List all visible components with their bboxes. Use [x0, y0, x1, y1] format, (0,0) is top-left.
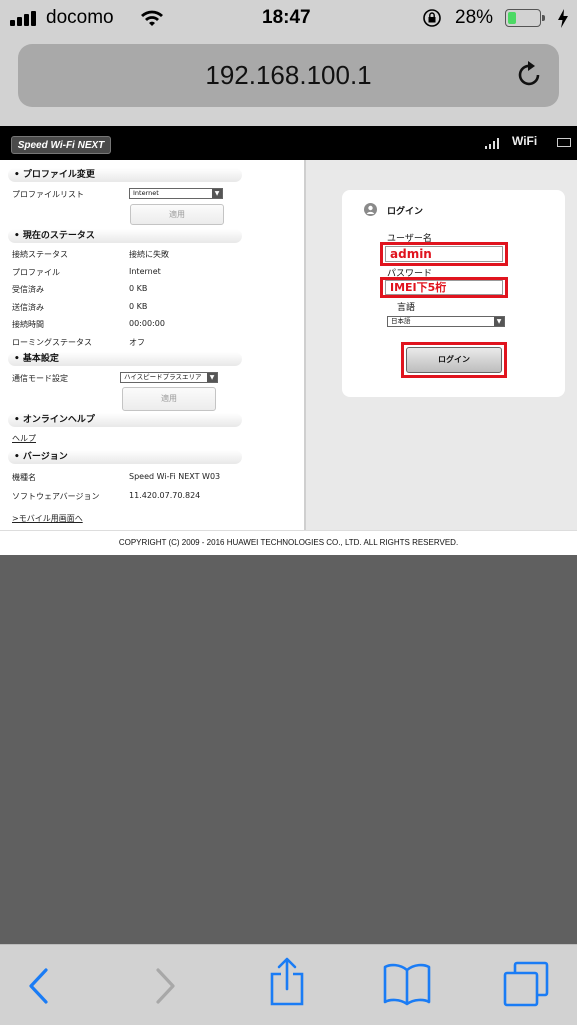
status-row-value: 接続に失敗	[129, 250, 169, 259]
version-row-value: 11.420.07.70.824	[129, 491, 201, 500]
mobile-view-link[interactable]: >モバイル用画面へ	[12, 513, 83, 524]
status-row-label: プロファイル	[12, 267, 60, 277]
status-row-value: Internet	[129, 266, 161, 276]
username-value: admin	[390, 247, 432, 261]
dropdown-arrow-icon: ▼	[207, 373, 217, 382]
language-value: 日本語	[391, 317, 411, 325]
status-row-value: 0 KB	[129, 284, 148, 294]
status-row-value: 0 KB	[129, 301, 148, 311]
section-status-header: • 現在のステータス	[8, 229, 242, 243]
section-profile-header: • プロファイル変更	[8, 168, 242, 182]
status-row-label: 接続時間	[12, 320, 44, 330]
status-row-value: オフ	[129, 338, 145, 347]
section-basic-header: • 基本設定	[8, 352, 242, 366]
share-icon[interactable]	[268, 956, 306, 1008]
mode-label: 通信モード設定	[12, 374, 68, 383]
user-icon	[364, 203, 377, 216]
reload-icon[interactable]	[513, 58, 547, 92]
carrier-name: docomo	[46, 7, 114, 28]
status-row-label: 送信済み	[12, 302, 44, 312]
copyright-footer: COPYRIGHT (C) 2009 - 2016 HUAWEI TECHNOL…	[0, 530, 577, 555]
bookmarks-icon[interactable]	[382, 962, 432, 1006]
signal-strength-icon	[10, 10, 42, 26]
tabs-icon[interactable]	[501, 960, 551, 1008]
address-bar[interactable]: 192.168.100.1	[18, 44, 559, 107]
profile-apply-button[interactable]: 適用	[130, 204, 224, 225]
battery-icon	[505, 9, 545, 27]
username-field[interactable]: admin	[385, 246, 503, 262]
router-logo: Speed Wi-Fi NEXT	[11, 136, 111, 154]
router-battery-icon	[557, 138, 571, 147]
forward-icon[interactable]	[152, 967, 178, 1005]
router-wifi-label: WiFi	[512, 134, 538, 148]
battery-percent: 28%	[455, 7, 494, 28]
dropdown-arrow-icon: ▼	[494, 317, 504, 326]
charging-bolt-icon	[558, 9, 568, 28]
password-value: IMEI下5桁	[390, 281, 447, 294]
wifi-icon	[141, 10, 163, 26]
password-field[interactable]: IMEI下5桁	[385, 280, 503, 295]
router-signal-icon	[485, 138, 501, 149]
login-title: ログイン	[387, 207, 424, 217]
status-row-label: 受信済み	[12, 285, 44, 295]
profile-list-select[interactable]: Internet ▼	[129, 188, 223, 199]
mode-value: ハイスピードプラスエリア	[124, 373, 202, 381]
version-row-label: 機種名	[12, 473, 36, 482]
url-text[interactable]: 192.168.100.1	[18, 60, 559, 91]
mode-select[interactable]: ハイスピードプラスエリア ▼	[120, 372, 218, 383]
login-button[interactable]: ログイン	[406, 347, 502, 373]
clock: 18:47	[262, 7, 311, 28]
dropdown-arrow-icon: ▼	[212, 189, 222, 198]
profile-list-value: Internet	[133, 189, 159, 197]
section-help-header: • オンラインヘルプ	[8, 413, 242, 427]
status-row-label: 接続ステータス	[12, 250, 68, 259]
status-row-label: ローミングステータス	[12, 338, 92, 347]
language-select[interactable]: 日本語 ▼	[387, 316, 505, 327]
help-link[interactable]: ヘルプ	[12, 433, 36, 444]
section-version-header: • バージョン	[8, 450, 242, 464]
mode-apply-button[interactable]: 適用	[122, 387, 216, 411]
version-row-value: Speed Wi-Fi NEXT W03	[129, 472, 221, 481]
rotation-lock-icon	[423, 9, 441, 27]
version-row-label: ソフトウェアバージョン	[12, 492, 100, 501]
profile-list-label: プロファイルリスト	[12, 190, 84, 199]
back-icon[interactable]	[26, 967, 52, 1005]
status-row-value: 00:00:00	[129, 319, 165, 329]
language-label: 言語	[397, 303, 416, 313]
